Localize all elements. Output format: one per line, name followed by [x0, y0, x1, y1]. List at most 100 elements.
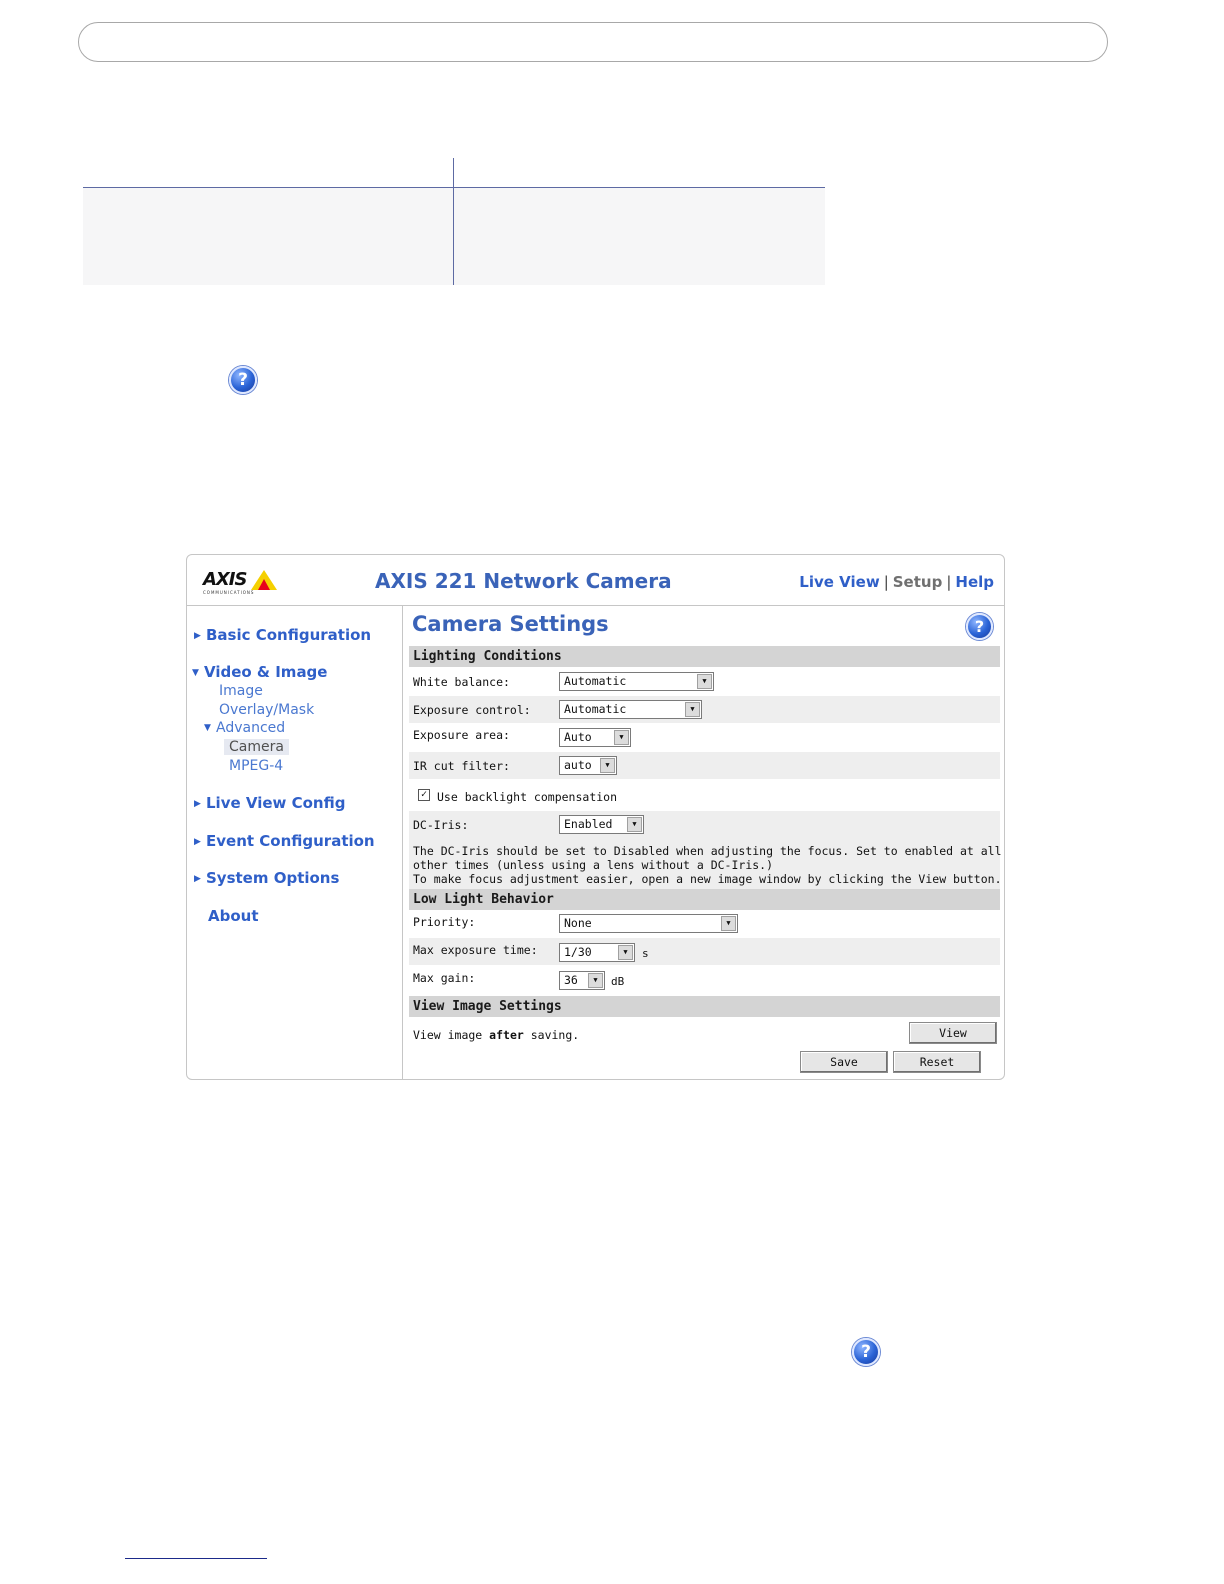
select-value: 1/30: [564, 945, 592, 959]
priority-select[interactable]: None ▼: [559, 914, 738, 933]
sidebar-item-label: Live View Config: [206, 794, 346, 812]
help-icon: ?: [229, 366, 257, 394]
exposure-control-label: Exposure control:: [413, 703, 531, 717]
table-body: [83, 187, 825, 285]
section-view-image-settings: View Image Settings: [409, 996, 1000, 1017]
sidebar-item-about[interactable]: About: [208, 907, 259, 925]
chevron-down-icon: ▼: [588, 973, 603, 988]
priority-row: Priority: None ▼: [409, 911, 1000, 938]
select-value: Enabled: [564, 817, 613, 831]
table-column-divider: [453, 158, 454, 285]
ir-cut-filter-label: IR cut filter:: [413, 759, 510, 773]
ir-cut-filter-select[interactable]: auto ▼: [559, 756, 617, 775]
logo-text: AXIS: [203, 569, 247, 590]
view-image-text: View image after saving.: [413, 1028, 579, 1042]
select-value: Automatic: [564, 674, 627, 688]
sidebar-item-mpeg4[interactable]: MPEG-4: [229, 758, 283, 774]
backlight-checkbox[interactable]: ✓: [418, 789, 430, 801]
sidebar: ▶ Basic Configuration ▼ Video & Image Imag…: [187, 606, 403, 1079]
setup-link[interactable]: Setup: [893, 573, 943, 591]
ir-cut-filter-row: IR cut filter: auto ▼: [409, 752, 1000, 779]
sidebar-item-live-view-config[interactable]: ▶ Live View Config: [194, 794, 345, 812]
product-title: AXIS 221 Network Camera: [375, 569, 672, 593]
max-gain-label: Max gain:: [413, 971, 476, 985]
camera-settings-screenshot: AXIS COMMUNICATIONS AXIS 221 Network Cam…: [186, 554, 1005, 1080]
live-view-link[interactable]: Live View: [799, 573, 879, 591]
top-nav: Live View | Setup | Help: [799, 573, 994, 591]
page-header-bar: [78, 22, 1108, 62]
backlight-row: ✓ Use backlight compensation: [409, 783, 1000, 810]
content-panel: Camera Settings ? Lighting Conditions Wh…: [404, 606, 1004, 1079]
max-exposure-label: Max exposure time:: [413, 943, 538, 957]
help-glyph: ?: [974, 617, 985, 636]
sidebar-item-video-image[interactable]: ▼ Video & Image: [192, 663, 327, 681]
view-image-row: View image after saving. View: [409, 1018, 1000, 1045]
sidebar-item-label: Video & Image: [204, 663, 328, 681]
max-exposure-select[interactable]: 1/30 ▼: [559, 943, 635, 962]
max-gain-select[interactable]: 36 ▼: [559, 971, 605, 990]
max-exposure-unit: s: [642, 947, 649, 960]
sidebar-item-label: Event Configuration: [206, 832, 375, 850]
chevron-down-icon: ▼: [618, 945, 633, 960]
help-glyph: ?: [238, 370, 248, 390]
chevron-down-icon: ▼: [627, 817, 642, 832]
sidebar-item-system-options[interactable]: ▶ System Options: [194, 869, 339, 887]
sidebar-item-label: System Options: [206, 869, 340, 887]
exposure-area-label: Exposure area:: [413, 728, 510, 742]
white-balance-select[interactable]: Automatic ▼: [559, 672, 714, 691]
select-value: Automatic: [564, 702, 627, 716]
dc-iris-note-line3: To make focus adjustment easier, open a …: [413, 872, 1002, 886]
sidebar-item-label: Basic Configuration: [206, 626, 372, 644]
white-balance-label: White balance:: [413, 675, 510, 689]
table-header-rule: [83, 187, 825, 188]
logo-triangle-icon: [251, 570, 277, 590]
save-button[interactable]: Save: [800, 1051, 888, 1073]
exposure-control-select[interactable]: Automatic ▼: [559, 700, 702, 719]
sidebar-item-event-configuration[interactable]: ▶ Event Configuration: [194, 832, 375, 850]
nav-separator: |: [883, 573, 889, 591]
blank-table: [83, 158, 825, 285]
dc-iris-block: DC-Iris: Enabled ▼ The DC-Iris should be…: [409, 811, 1002, 889]
section-lighting-conditions: Lighting Conditions: [409, 646, 1000, 667]
axis-logo: AXIS COMMUNICATIONS: [203, 569, 278, 597]
max-gain-unit: dB: [611, 975, 625, 988]
page-title: Camera Settings: [412, 612, 609, 636]
priority-label: Priority:: [413, 915, 476, 929]
sidebar-item-camera[interactable]: Camera: [224, 739, 289, 755]
exposure-control-row: Exposure control: Automatic ▼: [409, 696, 1000, 723]
arrow-right-icon: ▶: [194, 837, 201, 847]
chevron-down-icon: ▼: [614, 730, 629, 745]
select-value: Auto: [564, 730, 592, 744]
reset-button[interactable]: Reset: [893, 1051, 981, 1073]
view-button[interactable]: View: [909, 1022, 997, 1044]
arrow-down-icon: ▼: [192, 668, 199, 678]
chevron-down-icon: ▼: [600, 758, 615, 773]
view-image-text-bold: after: [489, 1028, 524, 1042]
dc-iris-label: DC-Iris:: [413, 818, 469, 832]
white-balance-row: White balance: Automatic ▼: [409, 668, 1000, 695]
max-exposure-row: Max exposure time: 1/30 ▼ s: [409, 938, 1000, 965]
sidebar-item-overlay-mask[interactable]: Overlay/Mask: [219, 702, 314, 718]
dc-iris-select[interactable]: Enabled ▼: [559, 815, 644, 834]
sidebar-item-advanced[interactable]: ▼ Advanced: [204, 720, 285, 736]
footer-rule: [125, 1558, 267, 1559]
view-image-text-before: View image: [413, 1028, 490, 1042]
backlight-label: Use backlight compensation: [437, 790, 618, 804]
view-image-text-after: saving.: [523, 1028, 580, 1042]
sidebar-item-label: Advanced: [216, 720, 286, 736]
exposure-area-select[interactable]: Auto ▼: [559, 728, 631, 747]
screenshot-header: AXIS COMMUNICATIONS AXIS 221 Network Cam…: [187, 555, 1004, 606]
nav-separator: |: [946, 573, 952, 591]
dc-iris-note-line1: The DC-Iris should be set to Disabled wh…: [413, 844, 1002, 858]
select-value: None: [564, 916, 592, 930]
chevron-down-icon: ▼: [697, 674, 712, 689]
sidebar-item-basic-configuration[interactable]: ▶ Basic Configuration: [194, 626, 371, 644]
sidebar-item-image[interactable]: Image: [219, 683, 263, 699]
select-value: 36: [564, 973, 578, 987]
help-link[interactable]: Help: [955, 573, 994, 591]
select-value: auto: [564, 758, 592, 772]
arrow-right-icon: ▶: [194, 799, 201, 809]
help-icon[interactable]: ?: [966, 613, 993, 640]
help-icon: ?: [852, 1338, 880, 1366]
dc-iris-note-line2: other times (unless using a lens without…: [413, 858, 774, 872]
